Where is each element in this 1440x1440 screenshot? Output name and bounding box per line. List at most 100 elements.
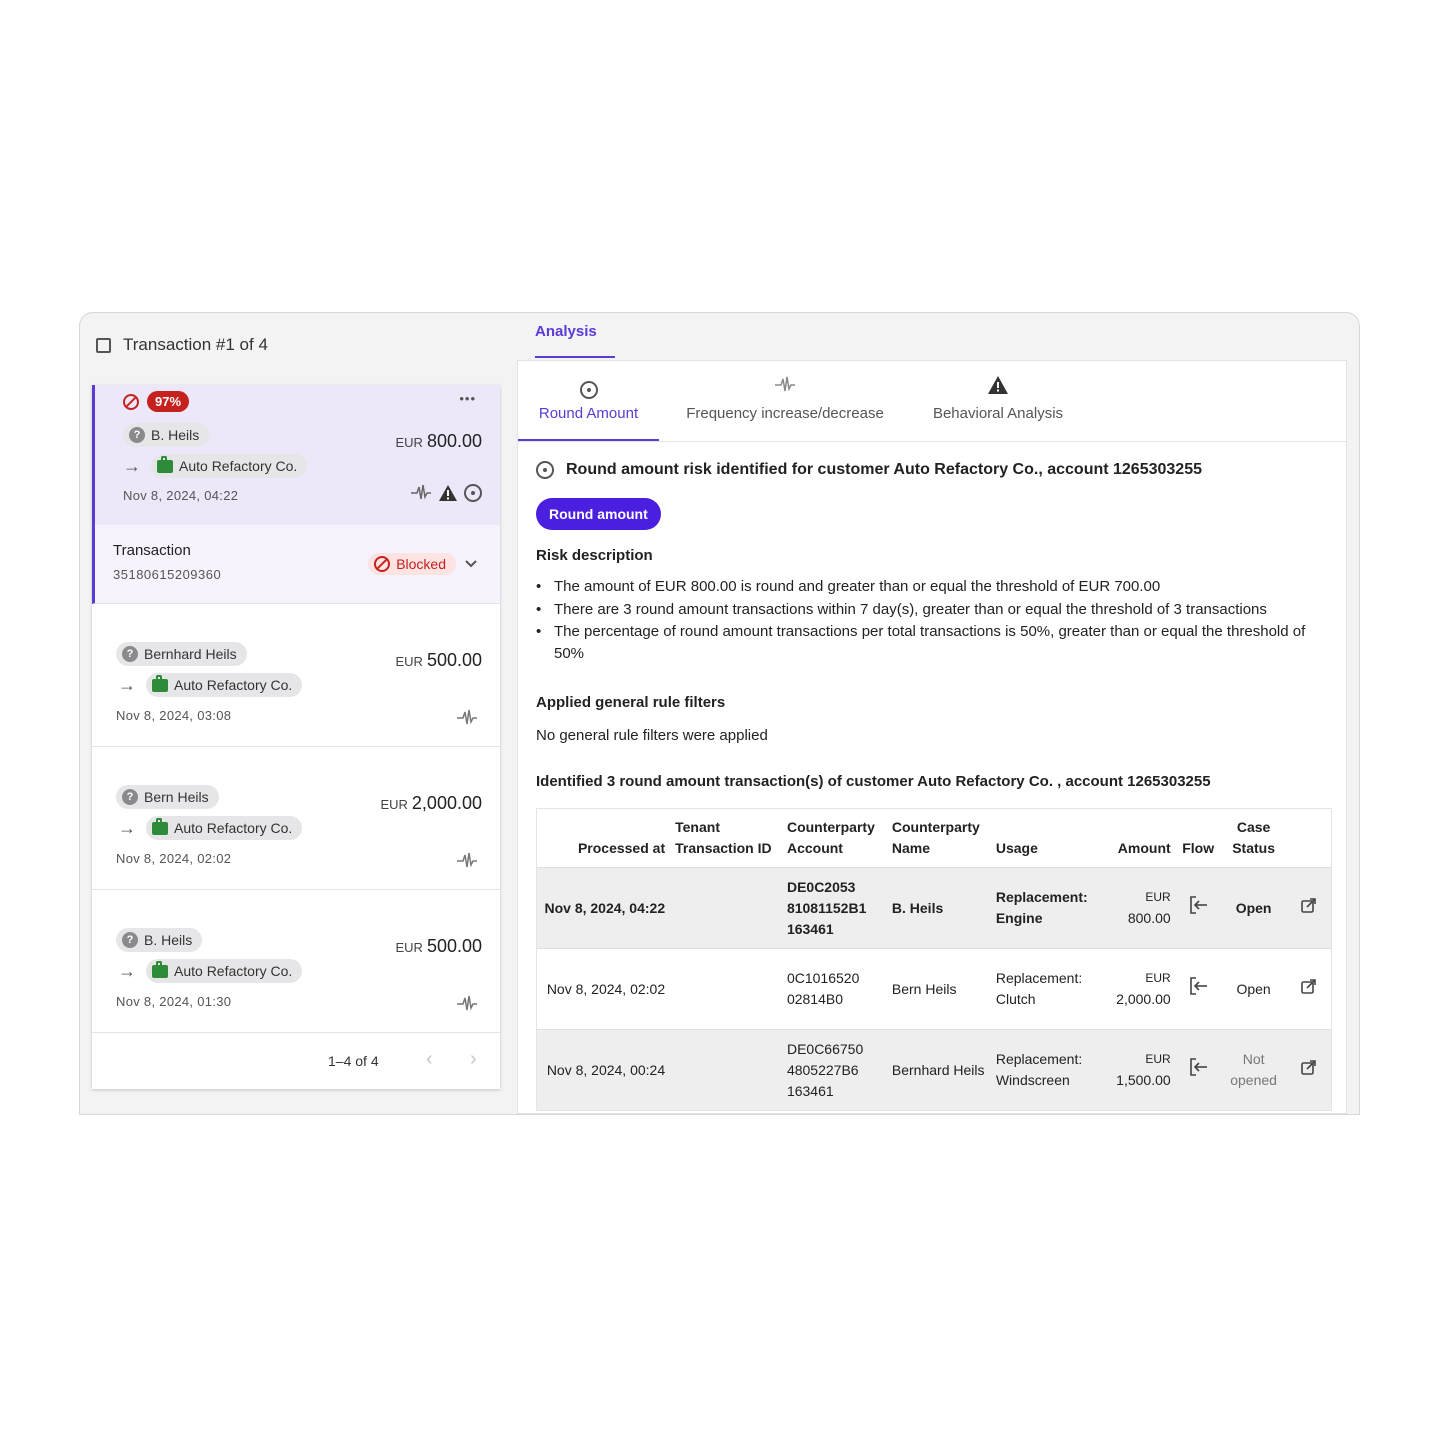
cell-processed-at: Nov 8, 2024, 02:02 xyxy=(536,948,671,1030)
amount-value: 2,000.00 xyxy=(411,793,482,813)
detail-transaction-id: 35180615209360 xyxy=(113,567,222,582)
transaction-amount: EUR 500.00 xyxy=(395,936,482,957)
transaction-amount: EUR 800.00 xyxy=(395,431,482,452)
transaction-detail-row[interactable]: Transaction 35180615209360 Blocked xyxy=(92,525,500,604)
business-icon xyxy=(152,960,168,978)
cell-amount: EUR 1,500.00 xyxy=(1105,1029,1176,1111)
debtor-chip: ? B. Heils xyxy=(116,928,203,952)
target-icon xyxy=(518,375,659,405)
chevron-down-icon[interactable] xyxy=(464,559,478,569)
col-counterparty-account[interactable]: Counterparty Account xyxy=(781,808,887,868)
transaction-amount: EUR 2,000.00 xyxy=(380,793,482,814)
status-label: Blocked xyxy=(396,556,446,572)
app-window: Transaction #1 of 4 97% ••• ? B. Heils → … xyxy=(79,312,1360,1115)
risk-bullet: There are 3 round amount transactions wi… xyxy=(536,599,1326,621)
external-link-icon[interactable] xyxy=(1300,1059,1317,1075)
warning-icon xyxy=(918,375,1078,405)
cell-case-status: Open xyxy=(1220,867,1287,949)
business-icon xyxy=(157,455,173,473)
prev-page-button[interactable]: ‹ xyxy=(426,1048,433,1071)
table-row[interactable]: Nov 8, 2024, 02:02 0C1016520 02814B0 Ber… xyxy=(536,948,1332,1030)
unknown-party-icon: ? xyxy=(122,789,138,805)
amount-value: 800.00 xyxy=(426,431,482,451)
transaction-date: Nov 8, 2024, 02:02 xyxy=(116,851,232,866)
pagination-range: 1–4 of 4 xyxy=(328,1053,379,1069)
unknown-party-icon: ? xyxy=(122,932,138,948)
transaction-counter-title: Transaction #1 of 4 xyxy=(123,335,268,354)
cell-case-status: Not opened xyxy=(1220,1029,1287,1111)
transaction-date: Nov 8, 2024, 04:22 xyxy=(123,488,239,503)
transaction-card[interactable]: ? Bernhard Heils → Auto Refactory Co. Nov… xyxy=(92,604,500,747)
counterparty-row: → Auto Refactory Co. xyxy=(123,454,308,478)
cell-amount-value: 2,000.00 xyxy=(1116,991,1171,1007)
debtor-name: Bernhard Heils xyxy=(144,646,237,662)
transaction-amount: EUR 500.00 xyxy=(395,650,482,671)
next-page-button[interactable]: › xyxy=(470,1048,477,1071)
col-tenant-id[interactable]: Tenant Transaction ID xyxy=(670,808,782,868)
warning-icon xyxy=(439,485,457,501)
col-flow[interactable]: Flow xyxy=(1175,808,1221,868)
left-header: Transaction #1 of 4 xyxy=(96,335,268,355)
arrow-right-icon: → xyxy=(123,455,141,476)
pulse-icon xyxy=(673,375,897,405)
subtab-label: Frequency increase/decrease xyxy=(686,405,884,422)
table-row[interactable]: Nov 8, 2024, 00:24 DE0C66750 4805227B6 1… xyxy=(536,1029,1332,1111)
pulse-icon xyxy=(457,995,477,1011)
round-amount-table: Processed at Tenant Transaction ID Count… xyxy=(536,808,1332,1111)
subtab-round-amount[interactable]: Round Amount xyxy=(518,361,659,441)
cell-name: B. Heils xyxy=(886,867,991,949)
transaction-date: Nov 8, 2024, 03:08 xyxy=(116,708,232,723)
creditor-chip: Auto Refactory Co. xyxy=(146,816,303,840)
pulse-icon xyxy=(411,484,431,500)
cell-currency: EUR xyxy=(1145,1052,1171,1066)
transaction-date: Nov 8, 2024, 01:30 xyxy=(116,994,232,1009)
target-icon xyxy=(536,461,554,479)
subtab-behavioral[interactable]: Behavioral Analysis xyxy=(918,361,1078,441)
flow-in-icon xyxy=(1190,977,1208,995)
target-icon xyxy=(464,484,482,502)
col-amount[interactable]: Amount xyxy=(1105,808,1176,868)
business-icon xyxy=(152,817,168,835)
risk-bullet: The amount of EUR 800.00 is round and gr… xyxy=(536,576,1326,598)
col-actions xyxy=(1286,808,1332,868)
flow-in-icon xyxy=(1190,896,1208,914)
creditor-chip: Auto Refactory Co. xyxy=(146,959,303,983)
cell-amount: EUR 800.00 xyxy=(1105,867,1176,949)
debtor-chip: ? Bern Heils xyxy=(116,785,219,809)
debtor-name: Bern Heils xyxy=(144,789,209,805)
more-options-icon[interactable]: ••• xyxy=(459,391,476,406)
risk-row: 97% xyxy=(123,391,190,412)
flow-in-icon xyxy=(1190,1058,1208,1076)
table-row[interactable]: Nov 8, 2024, 04:22 DE0C2053 81081152B1 1… xyxy=(536,867,1332,949)
cell-tenant-id xyxy=(670,1029,782,1111)
filters-text: No general rule filters were applied xyxy=(536,727,768,744)
pagination: 1–4 of 4 ‹ › xyxy=(92,1033,500,1089)
cell-usage: Replacement: Clutch xyxy=(990,948,1106,1030)
cell-currency: EUR xyxy=(1145,971,1171,985)
creditor-name: Auto Refactory Co. xyxy=(174,820,293,836)
subtab-label: Behavioral Analysis xyxy=(932,405,1064,422)
creditor-chip: Auto Refactory Co. xyxy=(146,673,303,697)
col-usage[interactable]: Usage xyxy=(990,808,1106,868)
select-all-checkbox[interactable] xyxy=(96,337,111,353)
debtor-name: B. Heils xyxy=(144,932,193,948)
analysis-panel: Round Amount Frequency increase/decrease… xyxy=(517,360,1347,1114)
creditor-name: Auto Refactory Co. xyxy=(174,963,293,979)
amount-currency: EUR xyxy=(380,797,408,812)
amount-value: 500.00 xyxy=(426,936,482,956)
col-case-status[interactable]: Case Status xyxy=(1220,808,1287,868)
subtab-label: Round Amount xyxy=(538,405,639,422)
transaction-card[interactable]: ? Bern Heils → Auto Refactory Co. Nov 8, … xyxy=(92,747,500,890)
risk-indicator-icons xyxy=(410,483,482,503)
creditor-chip: Auto Refactory Co. xyxy=(151,454,308,478)
col-processed-at[interactable]: Processed at xyxy=(536,808,671,868)
transaction-card-selected[interactable]: 97% ••• ? B. Heils → Auto Refactory Co. N… xyxy=(92,385,500,525)
col-counterparty-name[interactable]: Counterparty Name xyxy=(886,808,991,868)
subtab-frequency[interactable]: Frequency increase/decrease xyxy=(673,361,897,441)
transaction-card[interactable]: ? B. Heils → Auto Refactory Co. Nov 8, 20… xyxy=(92,890,500,1033)
amount-value: 500.00 xyxy=(426,650,482,670)
tab-analysis[interactable]: Analysis xyxy=(535,323,615,358)
external-link-icon[interactable] xyxy=(1300,978,1317,994)
creditor-name: Auto Refactory Co. xyxy=(174,677,293,693)
external-link-icon[interactable] xyxy=(1300,897,1317,913)
